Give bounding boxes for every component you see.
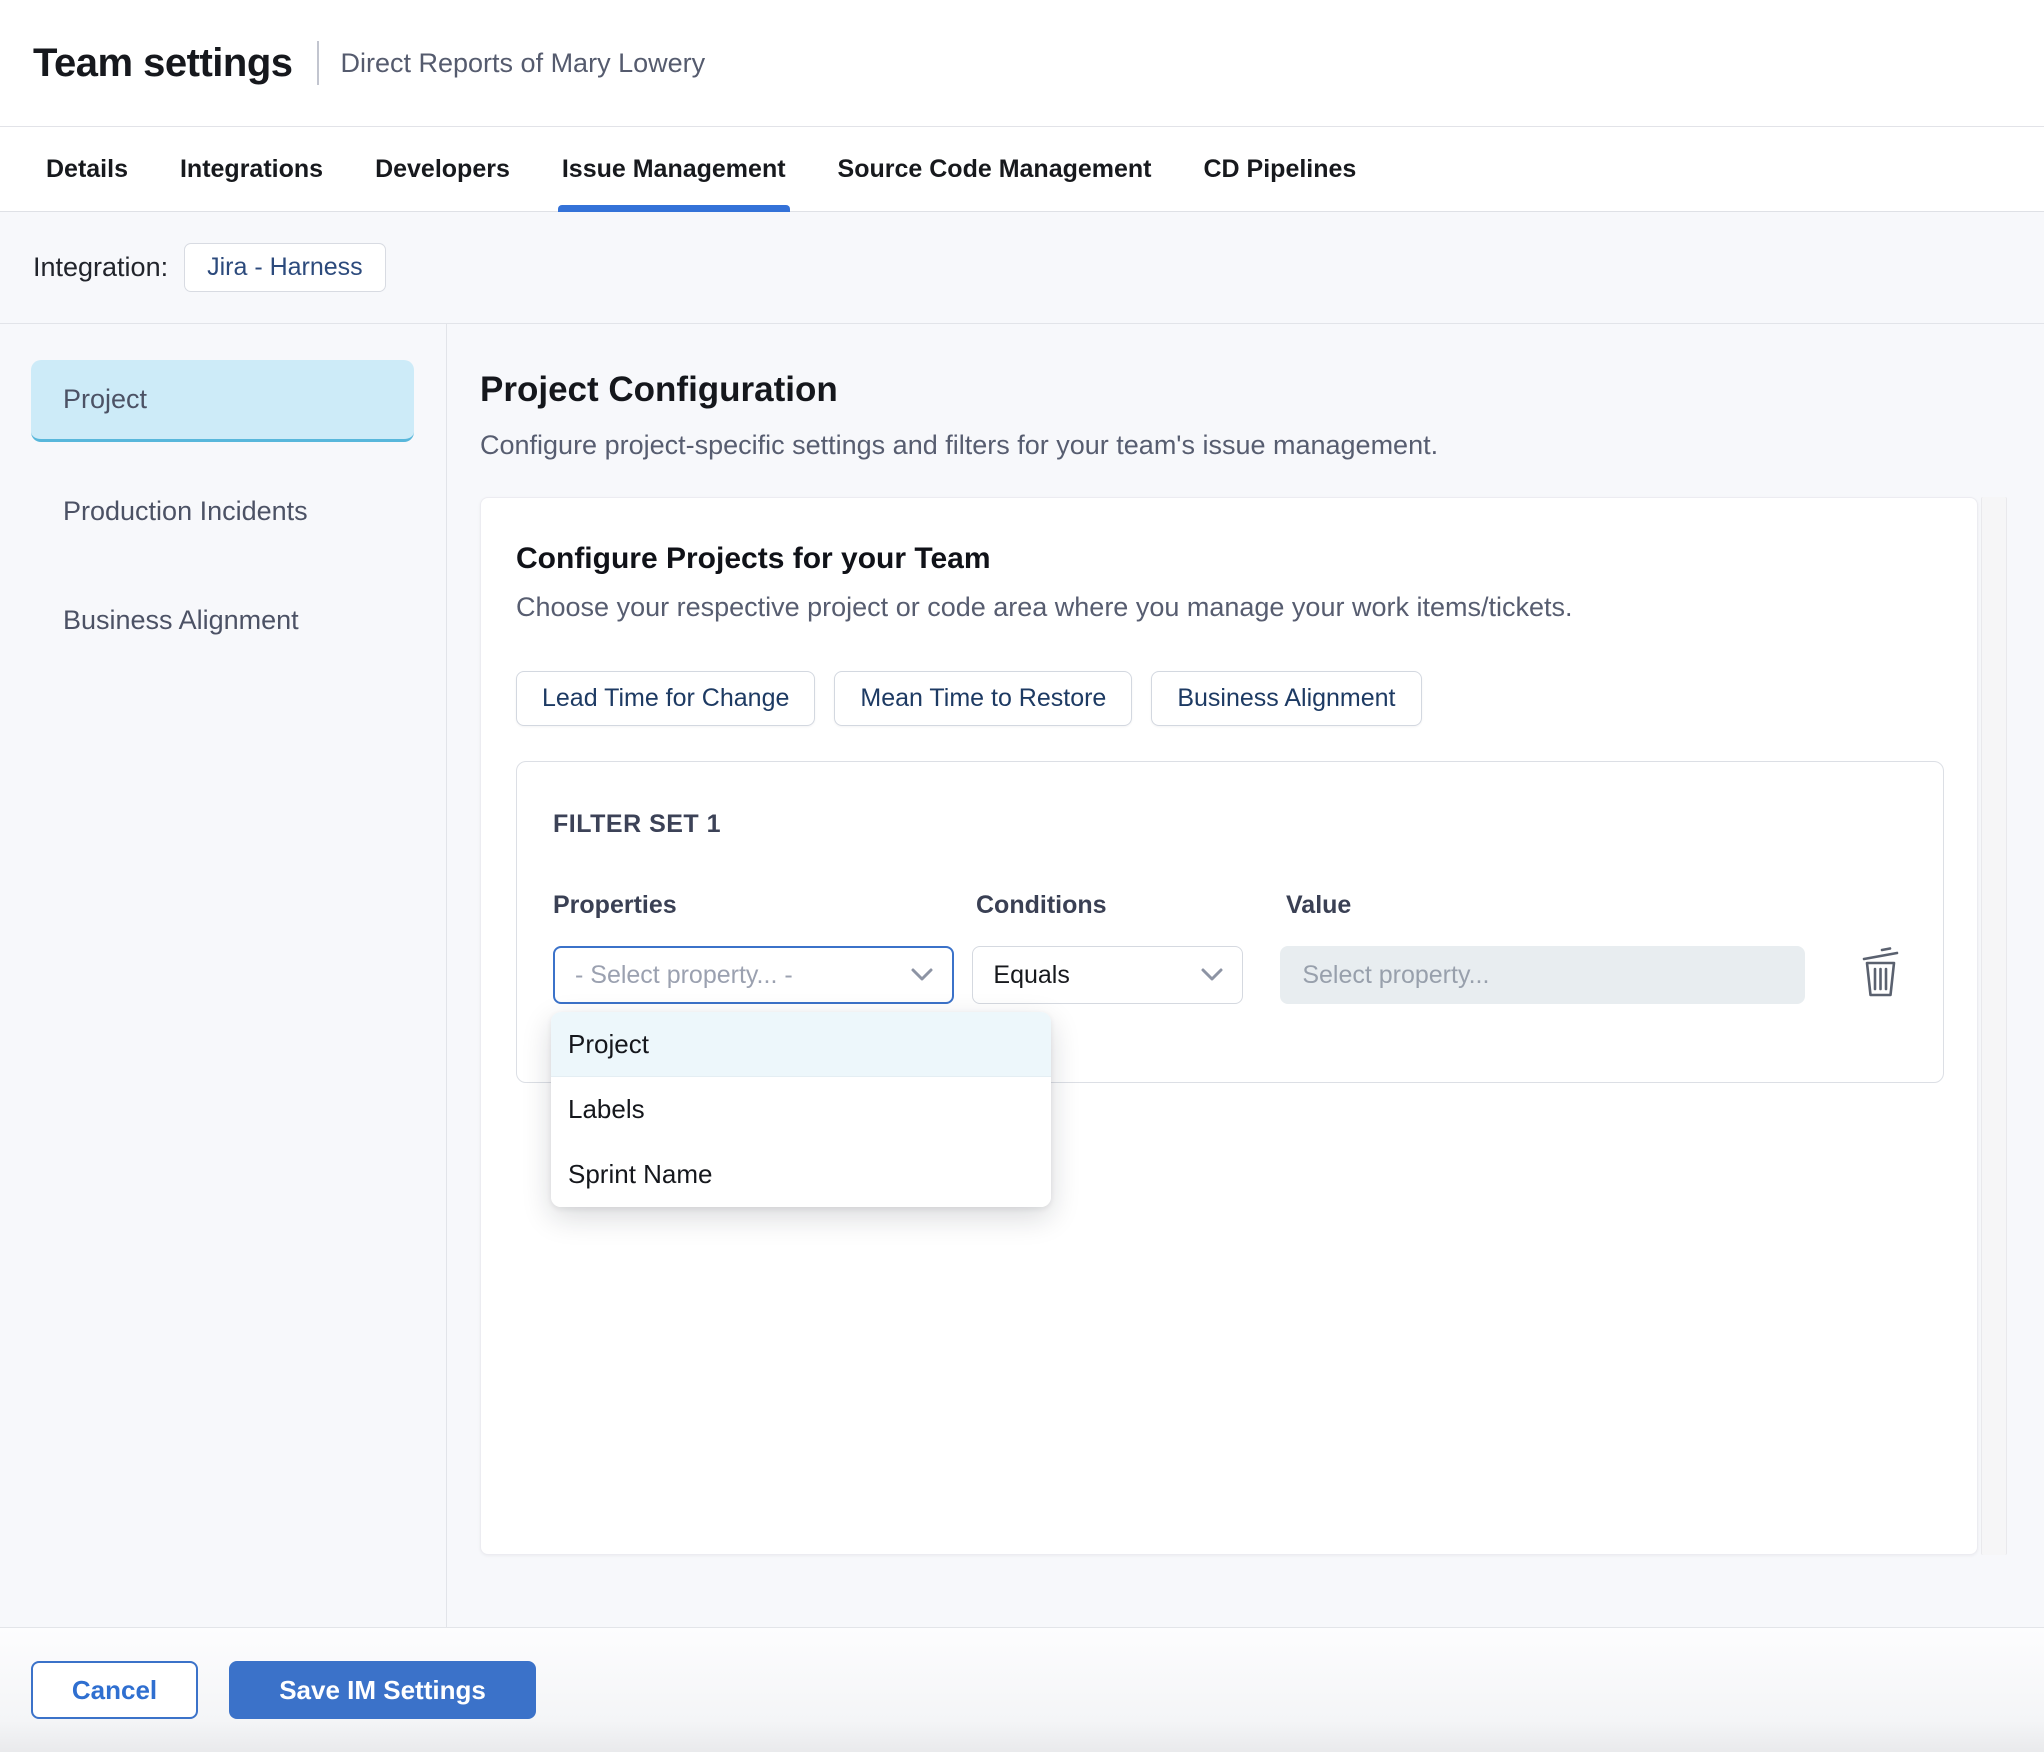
trash-icon	[1862, 947, 1899, 997]
properties-column-label: Properties	[553, 891, 677, 919]
sidebar-item-project[interactable]: Project	[31, 360, 414, 442]
card-title: Configure Projects for your Team	[516, 542, 991, 575]
chip-business-alignment[interactable]: Business Alignment	[1151, 671, 1422, 726]
tab-source-code-management[interactable]: Source Code Management	[838, 127, 1152, 211]
filter-set-1: FILTER SET 1 Properties Conditions Value…	[516, 761, 1944, 1207]
properties-select-value: - Select property... -	[575, 960, 793, 989]
chevron-down-icon	[911, 968, 933, 981]
value-input[interactable]	[1280, 946, 1805, 1004]
dropdown-option-labels[interactable]: Labels	[551, 1077, 1051, 1142]
page-subtitle: Direct Reports of Mary Lowery	[340, 47, 706, 78]
section-description: Configure project-specific settings and …	[480, 430, 1439, 460]
sidebar-item-production-incidents[interactable]: Production Incidents	[31, 472, 414, 551]
tab-details[interactable]: Details	[46, 127, 128, 211]
page-header: Team settings Direct Reports of Mary Low…	[0, 0, 2044, 127]
filter-controls-row: - Select property... - Project Labels Sp…	[551, 920, 1907, 1207]
card-subtitle: Choose your respective project or code a…	[516, 592, 1573, 622]
filter-column-labels: Properties Conditions Value	[553, 891, 1907, 920]
section-title: Project Configuration	[480, 370, 838, 409]
tab-integrations[interactable]: Integrations	[180, 127, 323, 211]
filter-set-title: FILTER SET 1	[553, 810, 722, 838]
cancel-button[interactable]: Cancel	[31, 1661, 198, 1719]
conditions-select[interactable]: Equals	[972, 946, 1244, 1004]
conditions-column-label: Conditions	[976, 891, 1107, 919]
settings-sidebar: Project Production Incidents Business Al…	[0, 324, 447, 1627]
properties-select[interactable]: - Select property... -	[553, 946, 955, 1004]
dropdown-option-sprint-name[interactable]: Sprint Name	[551, 1142, 1051, 1207]
content-region: Integration: Jira - Harness Project Prod…	[0, 212, 2044, 1627]
card-scrollbar-track[interactable]	[1981, 497, 2007, 1555]
tab-developers[interactable]: Developers	[375, 127, 510, 211]
integration-label: Integration:	[33, 252, 169, 282]
page-title: Team settings	[33, 40, 293, 85]
footer-bar: Cancel Save IM Settings	[0, 1627, 2044, 1752]
properties-dropdown: Project Labels Sprint Name	[551, 1012, 1051, 1207]
main-panel: Project Configuration Configure project-…	[447, 324, 2044, 1627]
save-im-settings-button[interactable]: Save IM Settings	[229, 1661, 536, 1719]
chip-mean-time-to-restore[interactable]: Mean Time to Restore	[834, 671, 1133, 726]
metric-chip-row: Lead Time for Change Mean Time to Restor…	[516, 671, 1944, 726]
delete-filter-button[interactable]	[1853, 942, 1907, 1004]
tab-bar: Details Integrations Developers Issue Ma…	[0, 127, 2044, 212]
chip-lead-time-for-change[interactable]: Lead Time for Change	[516, 671, 816, 726]
tab-issue-management[interactable]: Issue Management	[557, 127, 790, 212]
integration-chip[interactable]: Jira - Harness	[184, 243, 386, 292]
title-divider	[316, 41, 319, 85]
tab-cd-pipelines[interactable]: CD Pipelines	[1204, 127, 1357, 211]
configure-projects-card: Configure Projects for your Team Choose …	[480, 497, 1978, 1555]
dropdown-option-project[interactable]: Project	[551, 1012, 1051, 1077]
conditions-select-value: Equals	[993, 960, 1070, 989]
value-column-label: Value	[1286, 891, 1352, 919]
sidebar-item-business-alignment[interactable]: Business Alignment	[31, 581, 414, 660]
integration-row: Integration: Jira - Harness	[0, 212, 2044, 324]
chevron-down-icon	[1201, 968, 1223, 981]
